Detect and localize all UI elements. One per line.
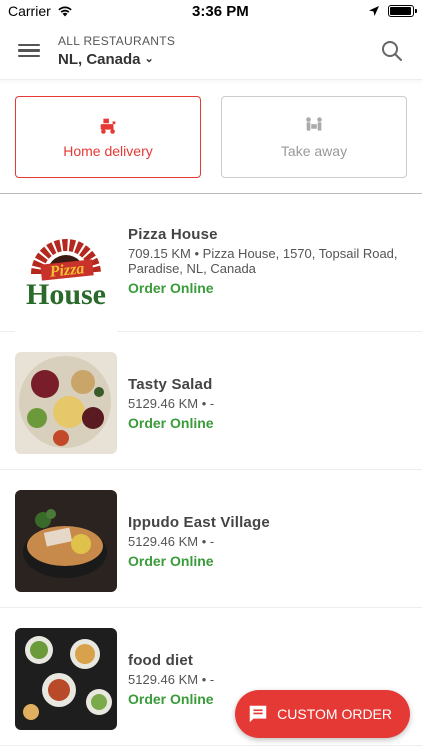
- take-away-icon: [306, 117, 322, 131]
- restaurant-info: Tasty Salad 5129.46 KM • - Order Online: [128, 376, 407, 431]
- home-delivery-button[interactable]: Home delivery: [15, 96, 201, 178]
- battery-icon: [387, 5, 417, 17]
- restaurant-info: Pizza House 709.15 KM • Pizza House, 157…: [128, 226, 407, 296]
- pizza-house-logo: Pizza House: [26, 239, 106, 311]
- home-delivery-label: Home delivery: [63, 143, 153, 159]
- menu-button[interactable]: [18, 40, 40, 62]
- location-selector[interactable]: NL, Canada ⌄: [58, 51, 380, 68]
- food-diet-photo: [15, 628, 117, 730]
- delivery-scooter-icon: [100, 118, 116, 134]
- restaurant-name: food diet: [128, 652, 194, 669]
- app-header: ALL RESTAURANTS NL, Canada ⌄: [0, 22, 422, 80]
- location-arrow-icon: [368, 6, 379, 16]
- restaurant-logo: Pizza House: [15, 232, 117, 334]
- restaurant-address: 5129.46 KM • -: [128, 672, 215, 687]
- header-text: ALL RESTAURANTS NL, Canada ⌄: [58, 34, 380, 68]
- take-away-button[interactable]: Take away: [221, 96, 407, 178]
- menu-icon-bar: [18, 54, 40, 58]
- ramen-photo: [15, 490, 117, 592]
- menu-icon-bar: [18, 43, 40, 47]
- salad-photo: [15, 352, 117, 454]
- status-bar: Carrier 3:36 PM: [0, 0, 422, 22]
- order-online-link[interactable]: Order Online: [128, 415, 407, 431]
- delivery-mode-toggle: Home delivery Take away: [0, 80, 422, 194]
- restaurant-name: Tasty Salad: [128, 376, 213, 393]
- restaurant-item[interactable]: Tasty Salad 5129.46 KM • - Order Online: [0, 332, 422, 470]
- restaurant-address: 5129.46 KM • -: [128, 534, 215, 549]
- restaurant-name: Pizza House: [128, 226, 218, 243]
- restaurant-name: Ippudo East Village: [128, 514, 270, 531]
- status-time: 3:36 PM: [192, 2, 249, 20]
- custom-order-label: CUSTOM ORDER: [277, 706, 392, 722]
- order-online-link[interactable]: Order Online: [128, 280, 407, 296]
- header-subtitle: ALL RESTAURANTS: [58, 33, 176, 48]
- order-online-link[interactable]: Order Online: [128, 553, 407, 569]
- restaurant-photo: [15, 628, 117, 730]
- status-left: Carrier: [8, 3, 73, 19]
- search-icon[interactable]: [380, 39, 404, 63]
- chat-bubble-icon: [249, 705, 267, 723]
- battery-fill: [389, 7, 411, 15]
- restaurant-item[interactable]: Ippudo East Village 5129.46 KM • - Order…: [0, 470, 422, 608]
- status-right: [368, 5, 417, 17]
- custom-order-button[interactable]: CUSTOM ORDER: [235, 690, 410, 738]
- restaurant-address: 709.15 KM • Pizza House, 1570, Topsail R…: [128, 246, 398, 276]
- logo-bottom-text: House: [26, 278, 106, 311]
- location-label: NL, Canada: [58, 50, 141, 68]
- restaurant-photo: [15, 490, 117, 592]
- restaurant-photo: [15, 352, 117, 454]
- restaurant-info: Ippudo East Village 5129.46 KM • - Order…: [128, 514, 407, 569]
- restaurant-address: 5129.46 KM • -: [128, 396, 215, 411]
- wifi-icon: [58, 6, 72, 17]
- restaurant-item[interactable]: Pizza House Pizza House 709.15 KM • Pizz…: [0, 194, 422, 334]
- carrier-label: Carrier: [8, 3, 51, 19]
- restaurant-list: Pizza House Pizza House 709.15 KM • Pizz…: [0, 194, 422, 746]
- menu-icon-bar: [18, 49, 40, 52]
- take-away-label: Take away: [280, 143, 348, 159]
- chevron-down-icon: ⌄: [144, 52, 154, 65]
